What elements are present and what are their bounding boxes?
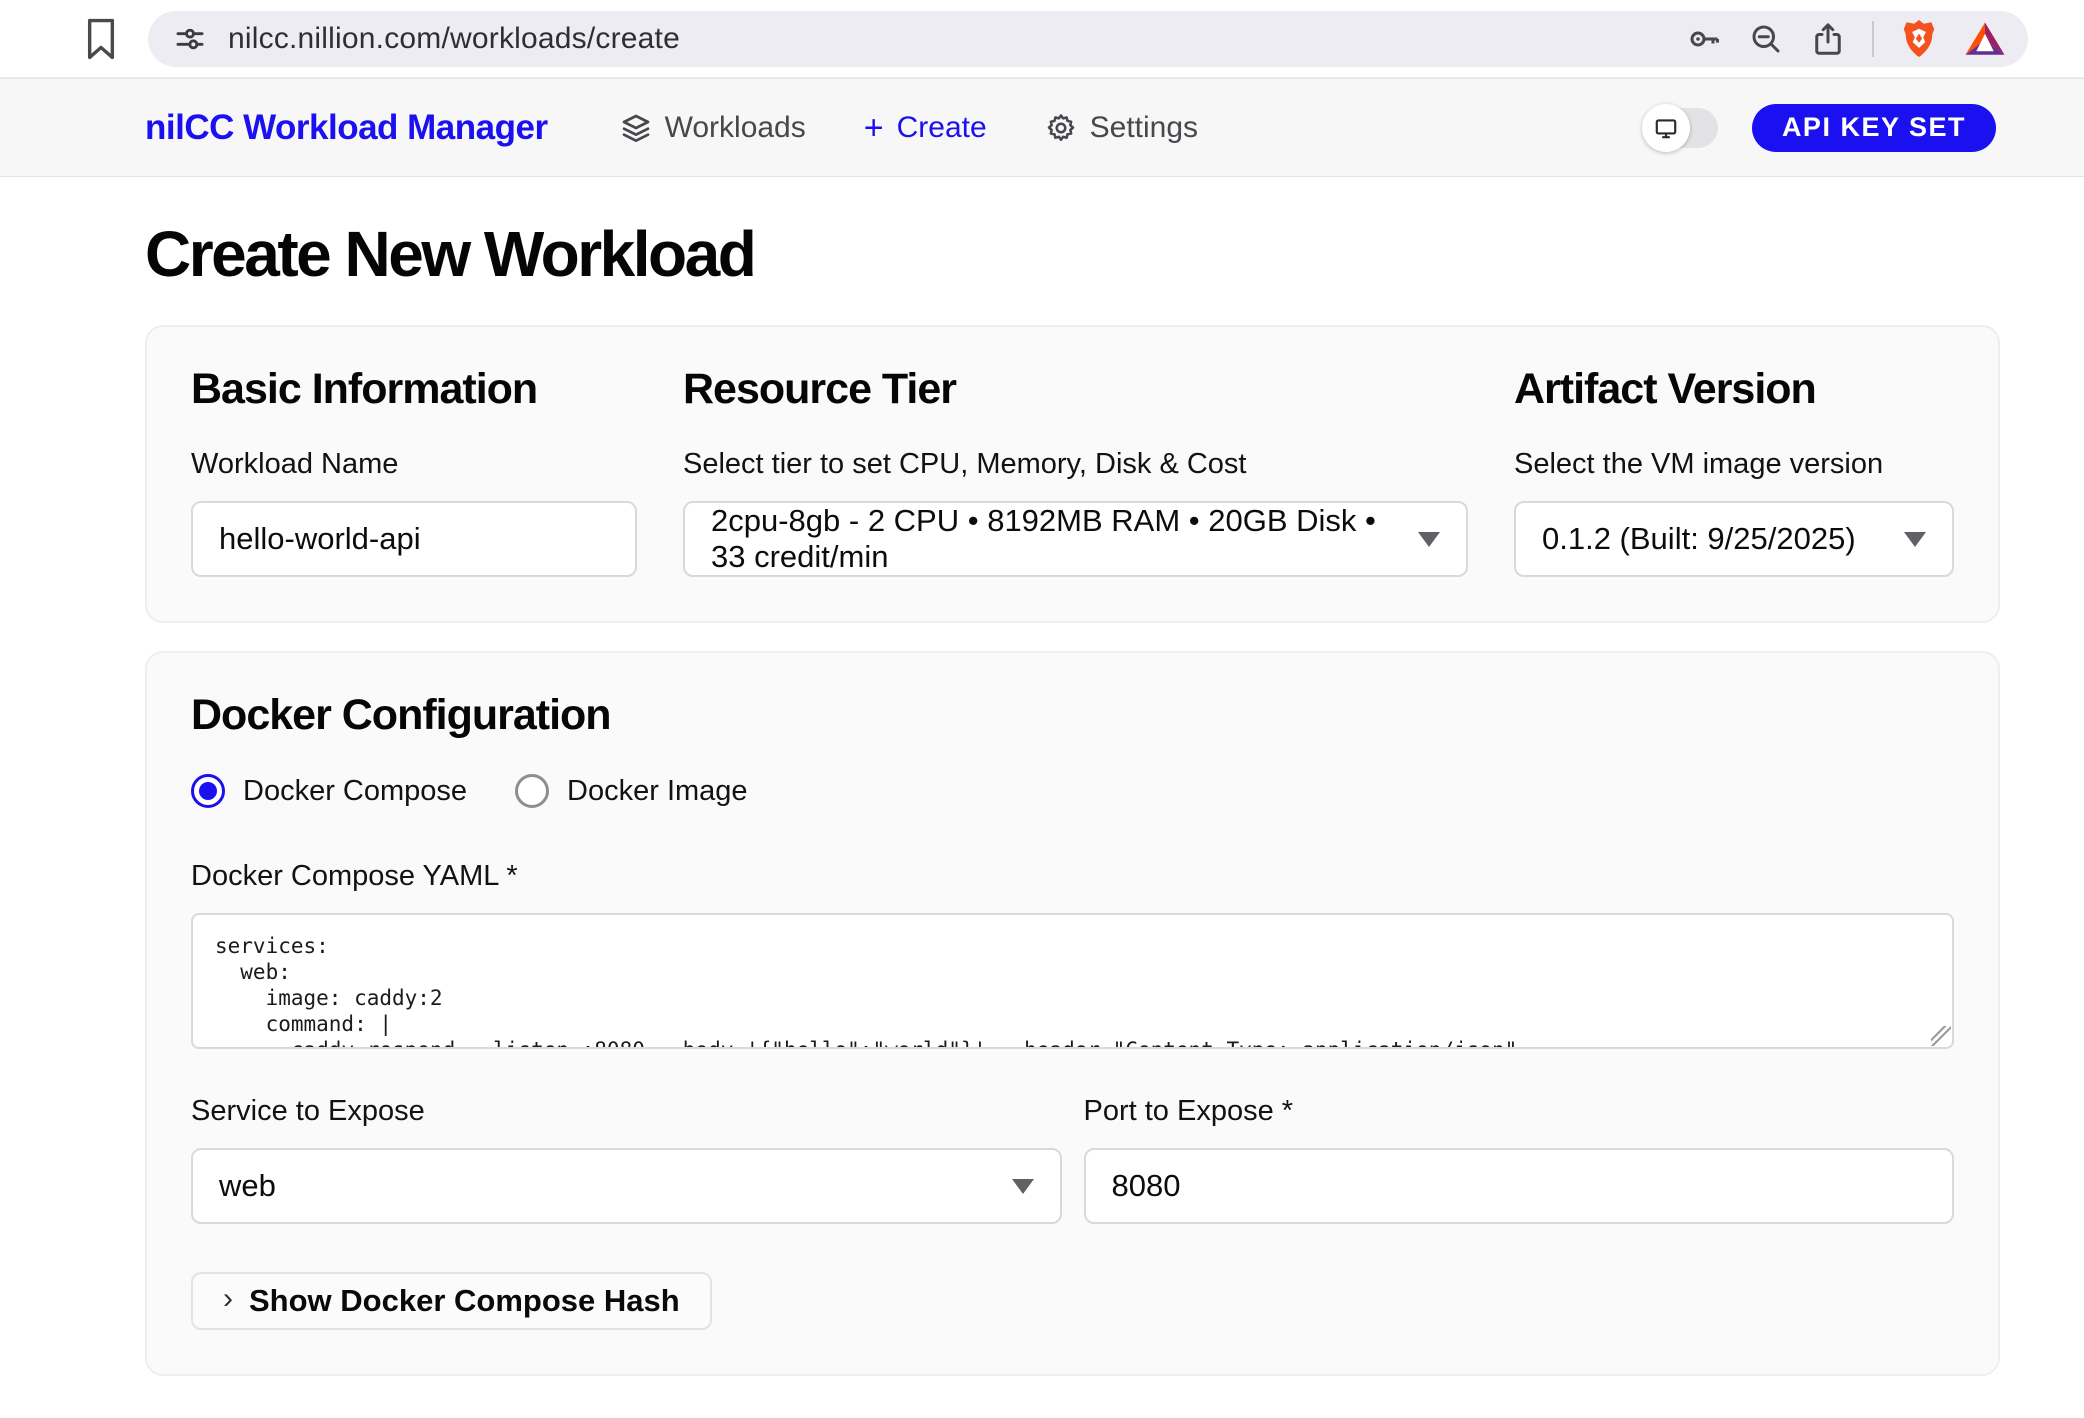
port-to-expose-label: Port to Expose *	[1084, 1095, 1955, 1128]
tune-icon[interactable]	[174, 23, 206, 55]
workload-name-field-wrap	[191, 501, 637, 577]
basic-information-column: Basic Information Workload Name	[191, 365, 637, 577]
layers-icon	[620, 112, 652, 144]
nav-workloads[interactable]: Workloads	[620, 111, 806, 145]
docker-image-radio[interactable]: Docker Image	[515, 774, 748, 808]
basic-settings-card: Basic Information Workload Name Resource…	[145, 325, 2000, 623]
nav-settings[interactable]: Settings	[1045, 111, 1198, 145]
nav-workloads-label: Workloads	[665, 111, 806, 145]
zoom-out-icon[interactable]	[1748, 21, 1784, 57]
service-to-expose-column: Service to Expose web	[191, 1095, 1062, 1224]
brave-shield-icon[interactable]	[1900, 18, 1938, 60]
page-title: Create New Workload	[145, 217, 2000, 291]
docker-configuration-card: Docker Configuration Docker Compose Dock…	[145, 651, 2000, 1376]
docker-image-radio-label: Docker Image	[567, 775, 748, 808]
bat-logo-icon[interactable]	[1964, 20, 2006, 58]
artifact-version-label: Select the VM image version	[1514, 448, 1954, 481]
resource-tier-label: Select tier to set CPU, Memory, Disk & C…	[683, 448, 1468, 481]
basic-information-heading: Basic Information	[191, 365, 637, 414]
resource-tier-select[interactable]: 2cpu-8gb - 2 CPU • 8192MB RAM • 20GB Dis…	[683, 501, 1468, 577]
resource-tier-selected-value: 2cpu-8gb - 2 CPU • 8192MB RAM • 20GB Dis…	[711, 503, 1400, 575]
url-actions	[1686, 18, 2006, 60]
workload-name-input[interactable]	[219, 503, 609, 575]
chevron-down-icon	[1418, 532, 1440, 547]
radio-unselected-icon	[515, 774, 549, 808]
service-to-expose-label: Service to Expose	[191, 1095, 1062, 1128]
api-key-status-badge[interactable]: API KEY SET	[1752, 104, 1996, 152]
bookmark-icon[interactable]	[84, 17, 118, 61]
resize-grip-icon[interactable]	[1931, 1026, 1951, 1046]
docker-compose-yaml-textarea[interactable]	[191, 913, 1954, 1049]
key-icon[interactable]	[1686, 21, 1722, 57]
plus-icon: +	[864, 111, 884, 145]
theme-toggle-knob	[1642, 104, 1690, 152]
main-nav: Workloads + Create Settings	[620, 111, 1198, 145]
service-to-expose-select[interactable]: web	[191, 1148, 1062, 1224]
brand-logo[interactable]: nilCC Workload Manager	[145, 108, 548, 148]
resource-tier-column: Resource Tier Select tier to set CPU, Me…	[683, 365, 1468, 577]
port-field-wrap	[1084, 1148, 1955, 1224]
artifact-version-select[interactable]: 0.1.2 (Built: 9/25/2025)	[1514, 501, 1954, 577]
workload-name-label: Workload Name	[191, 448, 637, 481]
nav-create[interactable]: + Create	[864, 111, 987, 145]
share-icon[interactable]	[1810, 21, 1846, 57]
theme-toggle[interactable]	[1644, 108, 1718, 148]
monitor-icon	[1653, 115, 1679, 141]
nav-settings-label: Settings	[1090, 111, 1198, 145]
chevron-down-icon	[1904, 532, 1926, 547]
port-to-expose-input[interactable]	[1112, 1150, 1927, 1222]
chevron-down-icon	[1012, 1179, 1034, 1194]
artifact-version-column: Artifact Version Select the VM image ver…	[1514, 365, 1954, 577]
port-to-expose-column: Port to Expose *	[1084, 1095, 1955, 1224]
url-text[interactable]: nilcc.nillion.com/workloads/create	[228, 22, 1664, 56]
service-selected-value: web	[219, 1168, 276, 1204]
gear-icon	[1045, 112, 1077, 144]
artifact-version-heading: Artifact Version	[1514, 365, 1954, 414]
docker-compose-radio[interactable]: Docker Compose	[191, 774, 467, 808]
resource-tier-heading: Resource Tier	[683, 365, 1468, 414]
chevron-right-icon: ›	[223, 1282, 233, 1316]
docker-compose-yaml-wrap	[191, 913, 1954, 1049]
show-docker-compose-hash-button[interactable]: › Show Docker Compose Hash	[191, 1272, 712, 1330]
browser-chrome: nilcc.nillion.com/workloads/create	[0, 0, 2084, 78]
app-header: nilCC Workload Manager Workloads + Creat…	[0, 78, 2084, 177]
docker-compose-radio-label: Docker Compose	[243, 775, 467, 808]
docker-mode-radio-group: Docker Compose Docker Image	[191, 774, 1954, 808]
artifact-version-selected-value: 0.1.2 (Built: 9/25/2025)	[1542, 521, 1856, 557]
address-bar[interactable]: nilcc.nillion.com/workloads/create	[148, 11, 2028, 67]
show-hash-button-label: Show Docker Compose Hash	[249, 1283, 680, 1319]
radio-selected-icon	[191, 774, 225, 808]
toolbar-divider	[1872, 21, 1874, 57]
expose-settings-row: Service to Expose web Port to Expose *	[191, 1095, 1954, 1224]
docker-configuration-heading: Docker Configuration	[191, 691, 1954, 740]
nav-create-label: Create	[897, 111, 987, 145]
docker-compose-yaml-label: Docker Compose YAML *	[191, 860, 1954, 893]
